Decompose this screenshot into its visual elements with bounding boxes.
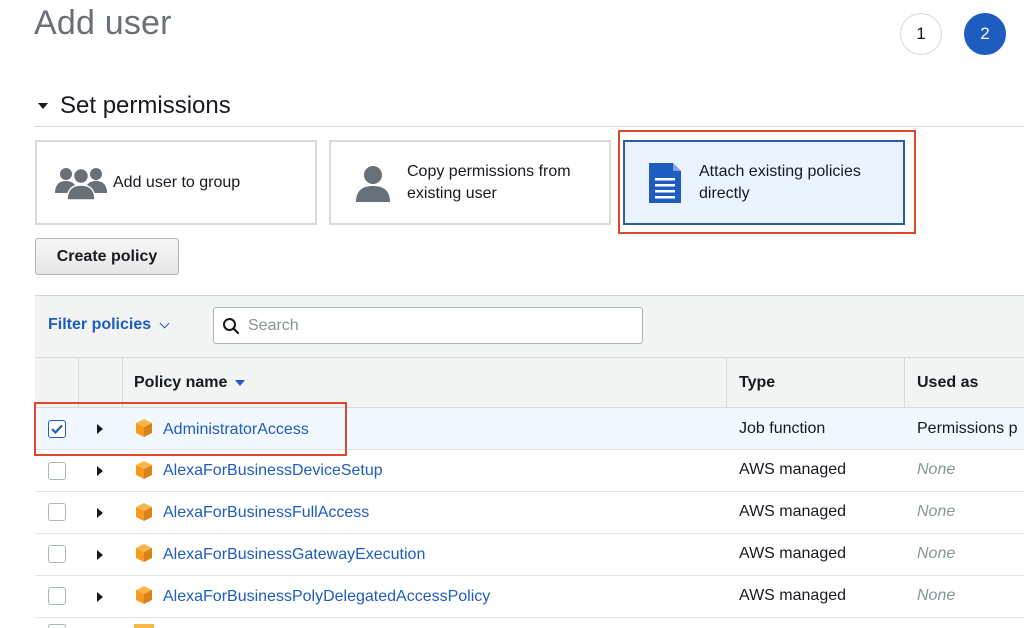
row-checkbox[interactable] — [48, 503, 66, 521]
section-title: Set permissions — [60, 92, 231, 119]
policy-link[interactable]: AlexaForBusinessPolyDelegatedAccessPolic… — [163, 588, 490, 606]
policy-used-as: Permissions p — [917, 420, 1018, 437]
option-add-user-to-group[interactable]: Add user to group — [35, 140, 317, 225]
managed-policy-icon — [136, 586, 152, 604]
step-indicator-1[interactable]: 1 — [900, 13, 942, 55]
highlight-box-row — [34, 402, 347, 456]
policy-used-as: None — [917, 461, 956, 478]
chevron-down-icon — [159, 318, 170, 328]
managed-policy-icon — [136, 461, 152, 479]
expand-row-icon[interactable] — [97, 550, 103, 560]
policy-type: Job function — [739, 420, 826, 437]
row-checkbox[interactable] — [48, 587, 66, 605]
user-icon — [356, 165, 390, 202]
search-box[interactable] — [213, 307, 643, 344]
expand-row-icon[interactable] — [97, 592, 103, 602]
row-checkbox[interactable] — [48, 462, 66, 480]
policy-type: AWS managed — [739, 587, 847, 604]
page-title: Add user — [34, 4, 172, 42]
caret-down-icon — [38, 103, 48, 109]
row-checkbox[interactable] — [48, 624, 66, 628]
managed-policy-icon — [134, 624, 154, 628]
create-policy-button[interactable]: Create policy — [35, 238, 179, 275]
managed-policy-icon — [136, 503, 152, 521]
column-divider — [904, 358, 905, 408]
option-label: Add user to group — [113, 173, 241, 191]
policy-type: AWS managed — [739, 545, 847, 562]
column-header-used-as[interactable]: Used as — [917, 374, 978, 392]
column-divider — [726, 358, 727, 408]
policy-used-as: None — [917, 545, 956, 562]
policy-type: AWS managed — [739, 503, 847, 520]
column-divider — [122, 358, 123, 408]
option-label: Copy permissions from existing user — [407, 162, 571, 202]
sort-descending-icon — [235, 379, 246, 386]
filter-policies-dropdown[interactable]: Filter policies — [48, 316, 170, 334]
expand-row-icon[interactable] — [97, 466, 103, 476]
step-indicator-2[interactable]: 2 — [964, 13, 1006, 55]
set-permissions-toggle[interactable]: Set permissions — [38, 92, 231, 120]
search-input[interactable] — [246, 315, 626, 336]
column-header-type[interactable]: Type — [739, 374, 775, 392]
policy-link[interactable]: AlexaForBusinessFullAccess — [163, 504, 369, 522]
policy-type: AWS managed — [739, 461, 847, 478]
row-checkbox[interactable] — [48, 545, 66, 563]
column-header-policy-name[interactable]: Policy name — [134, 374, 246, 392]
option-copy-permissions[interactable]: Copy permissions from existing user — [329, 140, 611, 225]
policy-link[interactable]: AlexaForBusinessDeviceSetup — [163, 462, 383, 480]
highlight-box-option — [618, 130, 916, 234]
column-divider — [78, 358, 79, 408]
users-group-icon — [55, 167, 107, 201]
policy-link[interactable]: AlexaForBusinessGatewayExecution — [163, 546, 425, 564]
search-icon — [223, 317, 240, 334]
policy-used-as: None — [917, 503, 956, 520]
policy-used-as: None — [917, 587, 956, 604]
section-divider — [34, 126, 1024, 127]
managed-policy-icon — [136, 544, 152, 562]
expand-row-icon[interactable] — [97, 508, 103, 518]
